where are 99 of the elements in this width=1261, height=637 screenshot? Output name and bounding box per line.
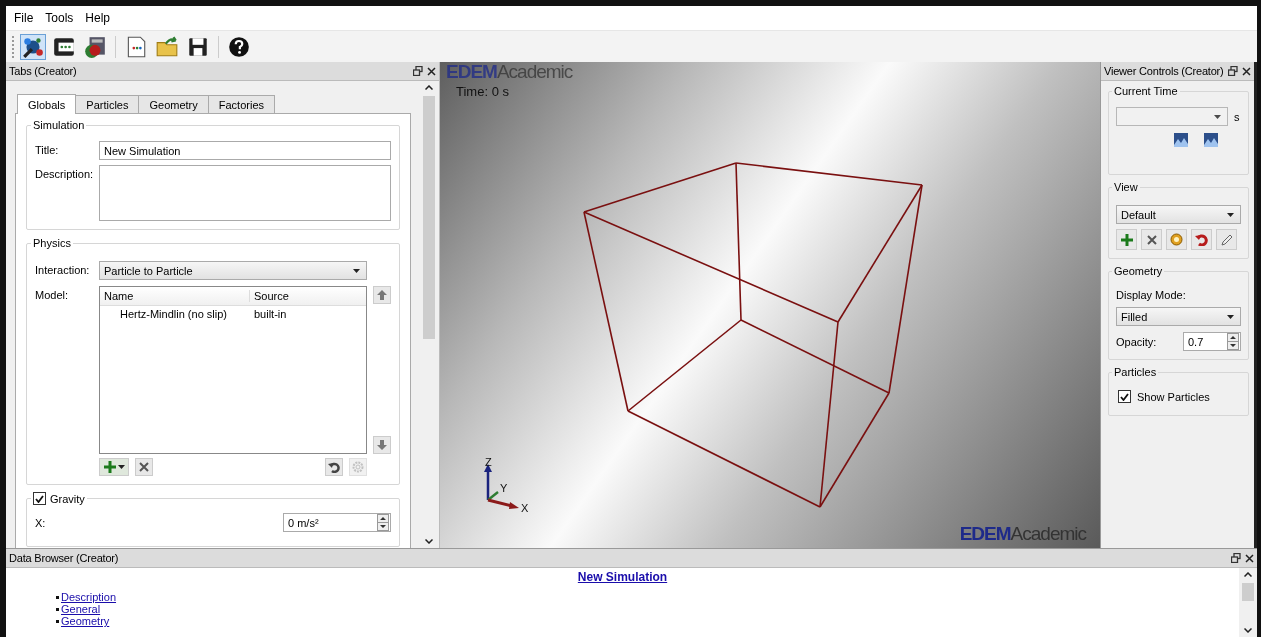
plus-icon — [103, 461, 116, 473]
field-label: Description: — [35, 167, 93, 180]
link[interactable]: Geometry — [61, 615, 110, 627]
arrow-up-icon — [377, 290, 387, 300]
interaction-dropdown[interactable]: Particle to Particle — [99, 261, 367, 280]
field-label: X: — [35, 516, 46, 529]
table-cell-text: built-in — [253, 308, 288, 320]
arrow-down-icon — [377, 440, 387, 450]
field-label: Interaction: — [35, 263, 91, 276]
group-title: Current Time — [1113, 85, 1179, 97]
landscape-icon — [1204, 133, 1218, 147]
add-button[interactable] — [99, 458, 129, 476]
remove-button[interactable] — [1141, 229, 1162, 250]
settings-icon — [1170, 233, 1183, 246]
time-label: Time: 0 s — [456, 84, 509, 99]
menu-item[interactable]: Help — [85, 11, 111, 25]
gravity-x-field[interactable]: 0 m/s² — [283, 513, 391, 532]
group-title: Simulation — [32, 119, 86, 131]
creator-tool-icon[interactable] — [20, 33, 46, 60]
panel-title: Viewer Controls (Creator) — [1104, 65, 1224, 77]
scrollbar-thumb[interactable] — [423, 96, 435, 339]
table-cell-text: Hertz-Mindlin (no slip) — [119, 308, 228, 320]
caret-icon[interactable] — [1227, 212, 1234, 217]
field-label: Title: — [35, 143, 60, 156]
plus-icon — [1120, 233, 1133, 246]
float-icon[interactable] — [1231, 553, 1241, 563]
float-icon[interactable] — [1228, 66, 1238, 76]
menu-item[interactable]: Tools — [45, 11, 74, 25]
chevron-up-icon — [1244, 572, 1252, 577]
column-header[interactable]: Source — [250, 290, 293, 302]
spin-buttons-icon[interactable] — [377, 514, 389, 531]
group-title: Physics — [32, 237, 72, 249]
axis-triad-icon — [484, 464, 519, 509]
panel-title: Data Browser (Creator) — [9, 552, 119, 564]
checkbox[interactable] — [33, 492, 46, 505]
axis-label: X — [521, 502, 529, 514]
step-button[interactable] — [1173, 132, 1189, 148]
axis-label: Z — [485, 456, 492, 468]
chevron-down-icon — [425, 539, 433, 544]
panel-title: Tabs (Creator) — [9, 65, 77, 77]
move-up-button[interactable] — [373, 286, 391, 304]
chevron-up-icon — [425, 85, 433, 90]
opacity-field[interactable]: 0.7 — [1183, 332, 1241, 351]
column-header[interactable]: Name — [100, 290, 250, 302]
description-field[interactable] — [99, 165, 391, 221]
caret-icon[interactable] — [353, 268, 360, 273]
unit-label: s — [1234, 110, 1240, 123]
add-button[interactable] — [1116, 229, 1137, 250]
remove-button[interactable] — [135, 458, 153, 476]
scrollbar-thumb[interactable] — [1242, 583, 1254, 601]
checkbox-label: Show Particles — [1137, 390, 1210, 403]
display-mode-dropdown[interactable]: Filled — [1116, 307, 1241, 326]
close-icon[interactable] — [1242, 66, 1251, 76]
caret-icon[interactable] — [1227, 314, 1234, 319]
spin-buttons-icon[interactable] — [1227, 333, 1239, 350]
field-label: Model: — [35, 288, 70, 301]
caret-icon[interactable] — [117, 465, 125, 469]
chevron-down-icon — [1244, 628, 1252, 633]
settings-button[interactable] — [1166, 229, 1187, 250]
view-dropdown[interactable]: Default — [1116, 205, 1241, 224]
close-icon — [1146, 234, 1157, 245]
field-label: Display Mode: — [1116, 289, 1187, 301]
title-field[interactable]: New Simulation — [99, 141, 391, 160]
reset-button[interactable] — [1191, 229, 1212, 250]
checkbox-label: Gravity — [50, 492, 85, 505]
axis-label: Y — [500, 482, 508, 494]
close-icon[interactable] — [427, 66, 436, 76]
undo-icon — [1195, 233, 1208, 246]
group-title: Geometry — [1113, 265, 1164, 277]
tab[interactable]: Globals — [17, 94, 77, 114]
menu-item[interactable]: File — [14, 11, 34, 25]
field-label: Opacity: — [1116, 335, 1157, 348]
checkbox[interactable] — [1118, 390, 1131, 403]
tab[interactable]: Factories — [207, 95, 276, 113]
link[interactable]: Description — [61, 591, 117, 603]
landscape-icon — [1174, 133, 1188, 147]
check-icon — [1120, 392, 1129, 401]
heading-link[interactable]: New Simulation — [577, 570, 668, 584]
edem-logo: EDEMAcademic — [959, 524, 1086, 544]
scrollbar[interactable] — [1239, 568, 1257, 637]
float-icon[interactable] — [413, 66, 423, 76]
pencil-icon — [1220, 233, 1233, 246]
step-button[interactable] — [1203, 132, 1219, 148]
edem-logo: EDEMAcademic — [446, 62, 573, 82]
reset-button[interactable] — [325, 458, 343, 476]
group-title: View — [1113, 181, 1139, 193]
move-down-button[interactable] — [373, 436, 391, 454]
undo-icon — [328, 461, 340, 473]
tab[interactable]: Particles — [75, 95, 140, 113]
check-icon — [35, 494, 44, 503]
settings-icon — [352, 461, 364, 473]
edit-button[interactable] — [1216, 229, 1237, 250]
link[interactable]: General — [61, 603, 101, 615]
tab[interactable]: Geometry — [138, 95, 209, 113]
group-title: Particles — [1113, 366, 1158, 378]
caret-icon[interactable] — [1214, 114, 1221, 119]
close-icon — [139, 462, 149, 472]
model-list[interactable]: Name Source Hertz-Mindlin (no slip) built-in — [99, 286, 367, 454]
close-icon[interactable] — [1245, 553, 1254, 563]
